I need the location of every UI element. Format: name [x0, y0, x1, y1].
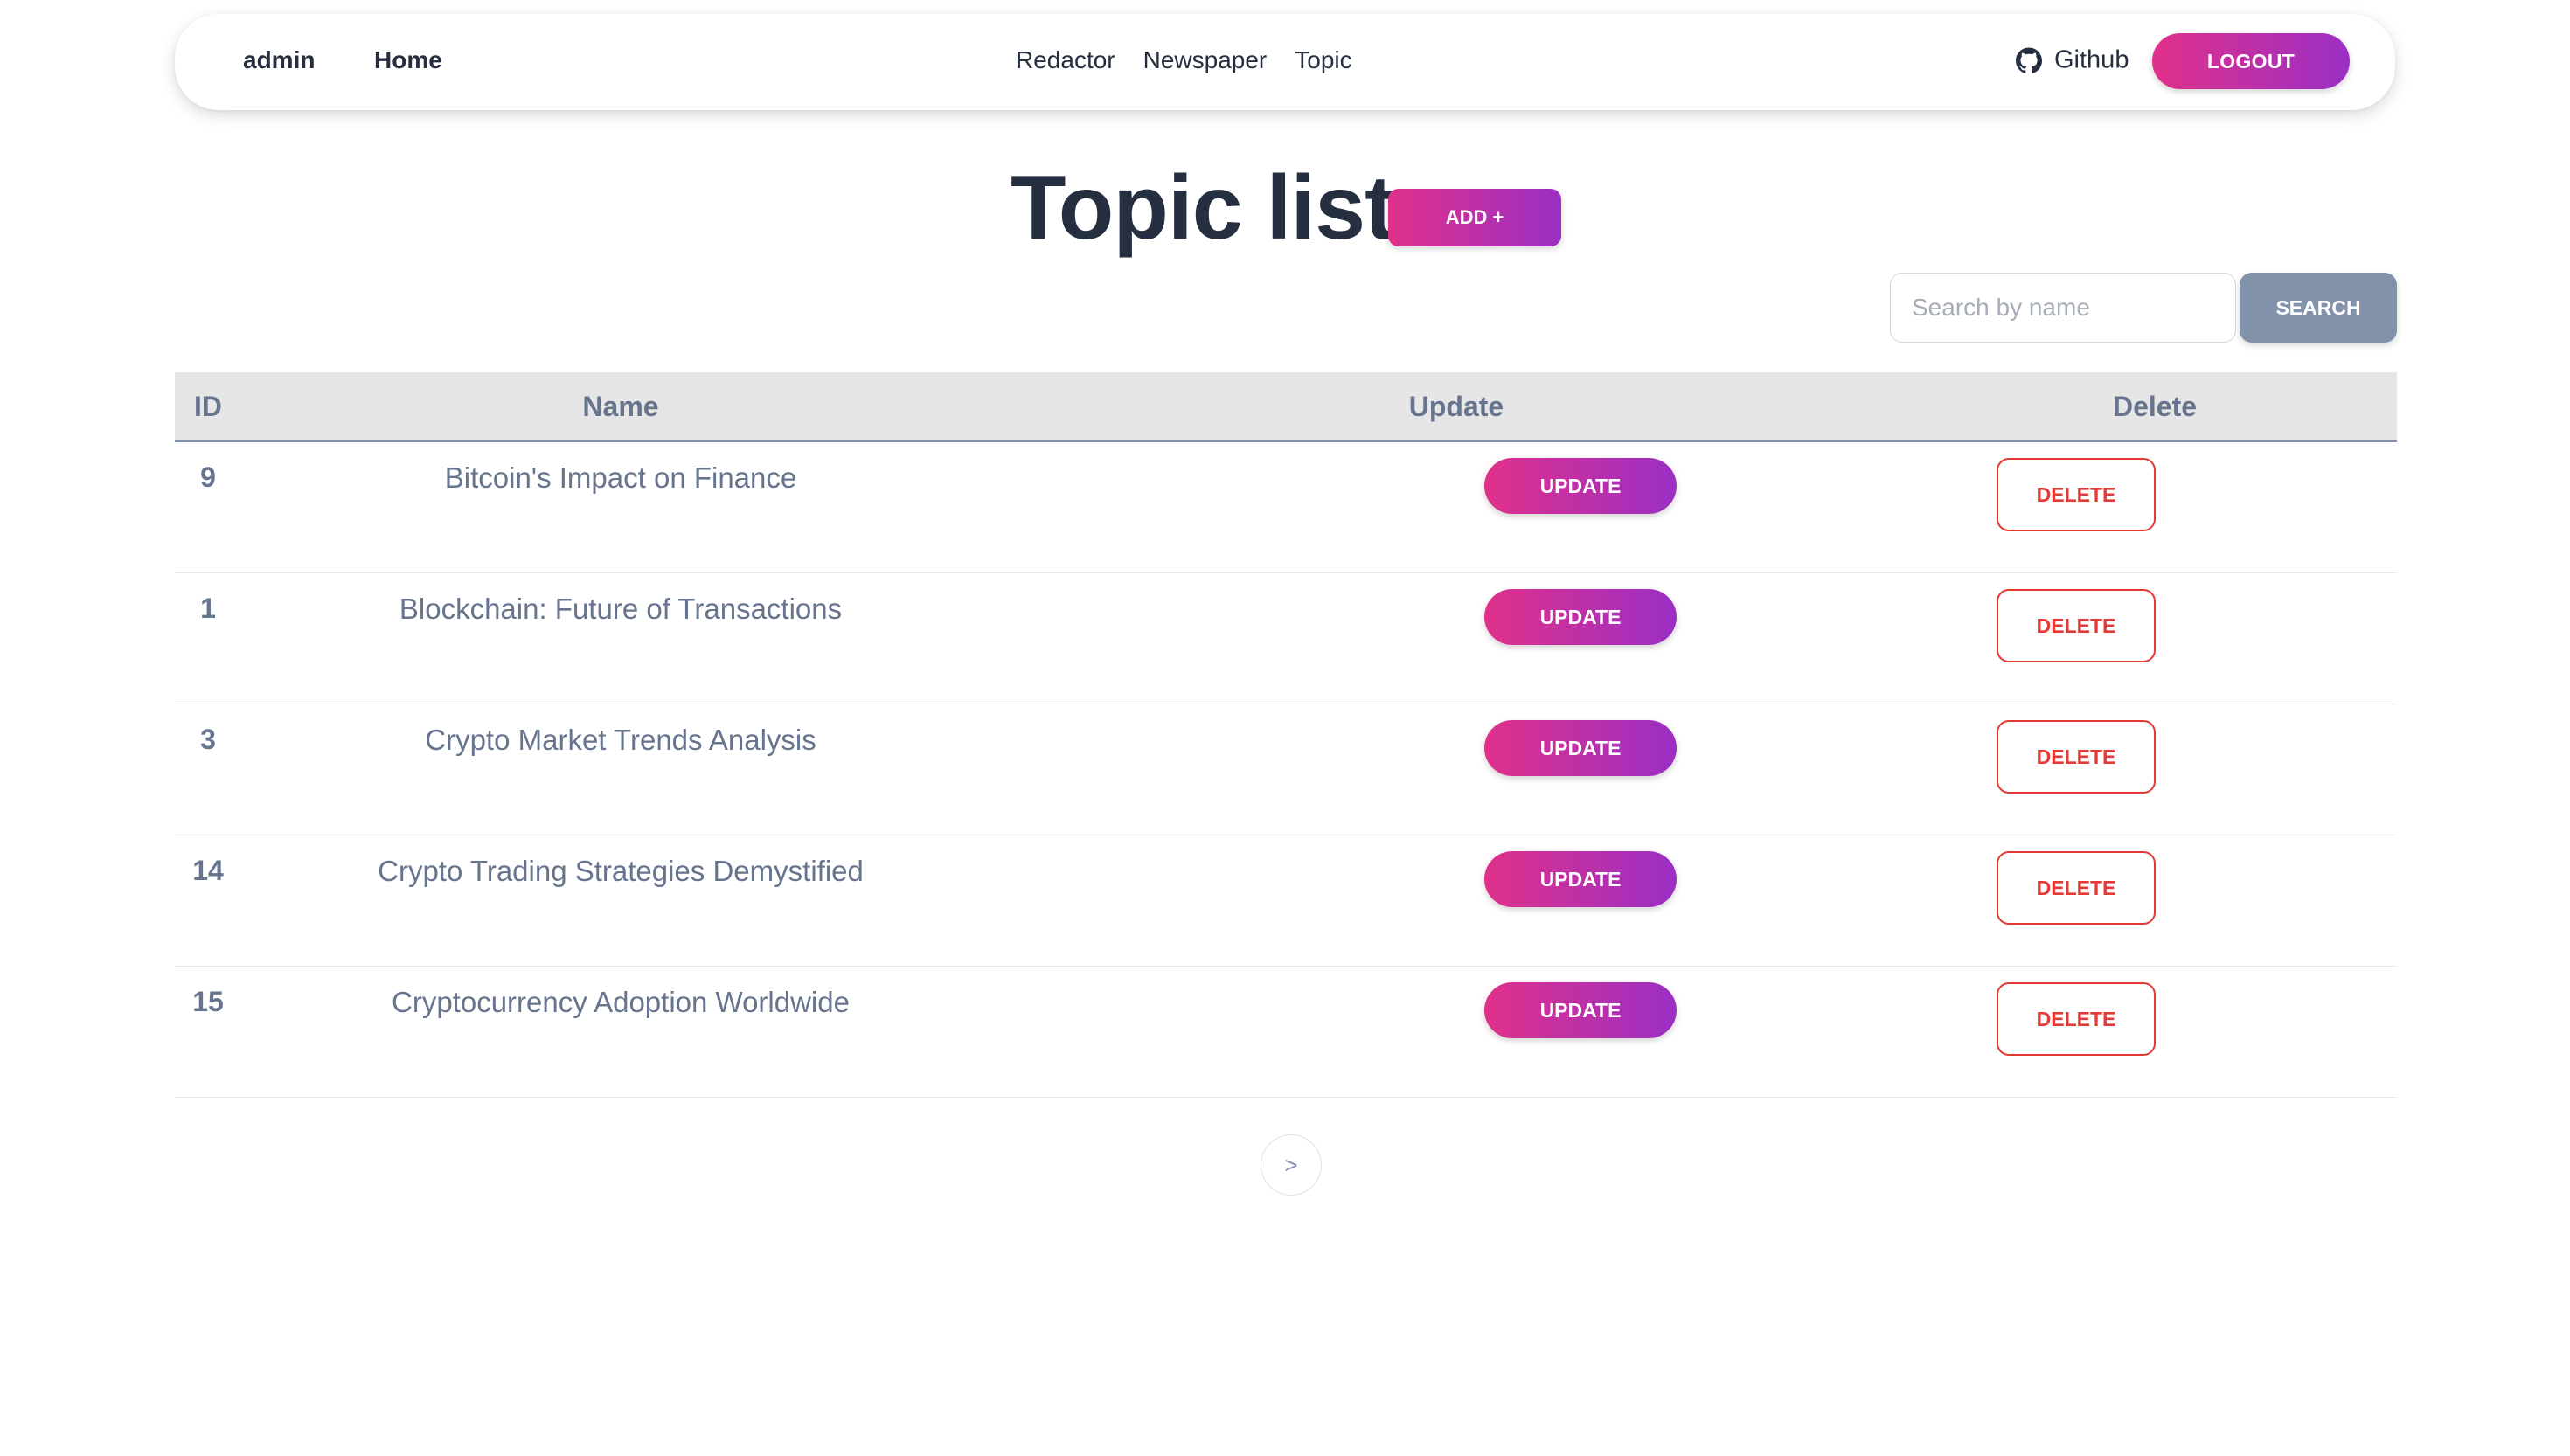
table-row: 9 Bitcoin's Impact on Finance UPDATE DEL… — [175, 442, 2397, 573]
table-row: 15 Cryptocurrency Adoption Worldwide UPD… — [175, 967, 2397, 1098]
delete-button[interactable]: DELETE — [1997, 458, 2156, 531]
table-row: 1 Blockchain: Future of Transactions UPD… — [175, 573, 2397, 704]
navbar: admin Home Redactor Newspaper Topic Gith… — [175, 14, 2395, 110]
github-link[interactable]: Github — [2016, 46, 2129, 75]
nav-home-link[interactable]: Home — [374, 46, 442, 74]
pagination-next-button[interactable]: > — [1261, 1134, 1322, 1196]
title-row: Topic list ADD + — [0, 156, 2570, 260]
delete-button[interactable]: DELETE — [1997, 720, 2156, 794]
delete-button[interactable]: DELETE — [1997, 851, 2156, 925]
row-name: Crypto Market Trends Analysis — [425, 724, 816, 756]
add-topic-button[interactable]: ADD + — [1388, 189, 1561, 246]
update-button[interactable]: UPDATE — [1484, 851, 1677, 907]
column-header-update: Update — [1408, 390, 1504, 422]
nav-link-topic[interactable]: Topic — [1295, 46, 1351, 74]
row-id: 15 — [192, 986, 224, 1017]
nav-link-redactor[interactable]: Redactor — [1016, 46, 1115, 74]
row-id: 14 — [192, 855, 224, 886]
search-input[interactable] — [1890, 273, 2236, 343]
table-row: 14 Crypto Trading Strategies Demystified… — [175, 835, 2397, 967]
nav-link-newspaper[interactable]: Newspaper — [1143, 46, 1268, 74]
page: admin Home Redactor Newspaper Topic Gith… — [0, 0, 2570, 1456]
github-label: Github — [2054, 45, 2129, 74]
table-row: 3 Crypto Market Trends Analysis UPDATE D… — [175, 704, 2397, 835]
row-id: 9 — [200, 461, 216, 493]
column-header-name: Name — [582, 390, 659, 422]
logout-button[interactable]: LOGOUT — [2152, 33, 2350, 89]
row-name: Bitcoin's Impact on Finance — [444, 461, 797, 494]
row-name: Crypto Trading Strategies Demystified — [378, 855, 864, 887]
update-button[interactable]: UPDATE — [1484, 589, 1677, 645]
row-id: 1 — [200, 593, 216, 624]
github-icon — [2016, 47, 2042, 73]
update-button[interactable]: UPDATE — [1484, 458, 1677, 514]
topic-table: ID Name Update Delete 9 Bitcoin's Impact… — [175, 372, 2397, 1098]
update-button[interactable]: UPDATE — [1484, 982, 1677, 1038]
column-header-delete: Delete — [2112, 390, 2198, 422]
delete-button[interactable]: DELETE — [1997, 982, 2156, 1056]
update-button[interactable]: UPDATE — [1484, 720, 1677, 776]
row-id: 3 — [200, 724, 216, 755]
nav-username: admin — [243, 46, 316, 73]
page-title: Topic list — [1011, 157, 1395, 259]
nav-links: Redactor Newspaper Topic — [1016, 46, 1352, 74]
table-header: ID Name Update Delete — [175, 372, 2397, 442]
column-header-id: ID — [194, 390, 222, 422]
row-name: Cryptocurrency Adoption Worldwide — [392, 986, 850, 1018]
delete-button[interactable]: DELETE — [1997, 589, 2156, 662]
row-name: Blockchain: Future of Transactions — [399, 593, 843, 625]
search-button[interactable]: SEARCH — [2240, 273, 2397, 343]
